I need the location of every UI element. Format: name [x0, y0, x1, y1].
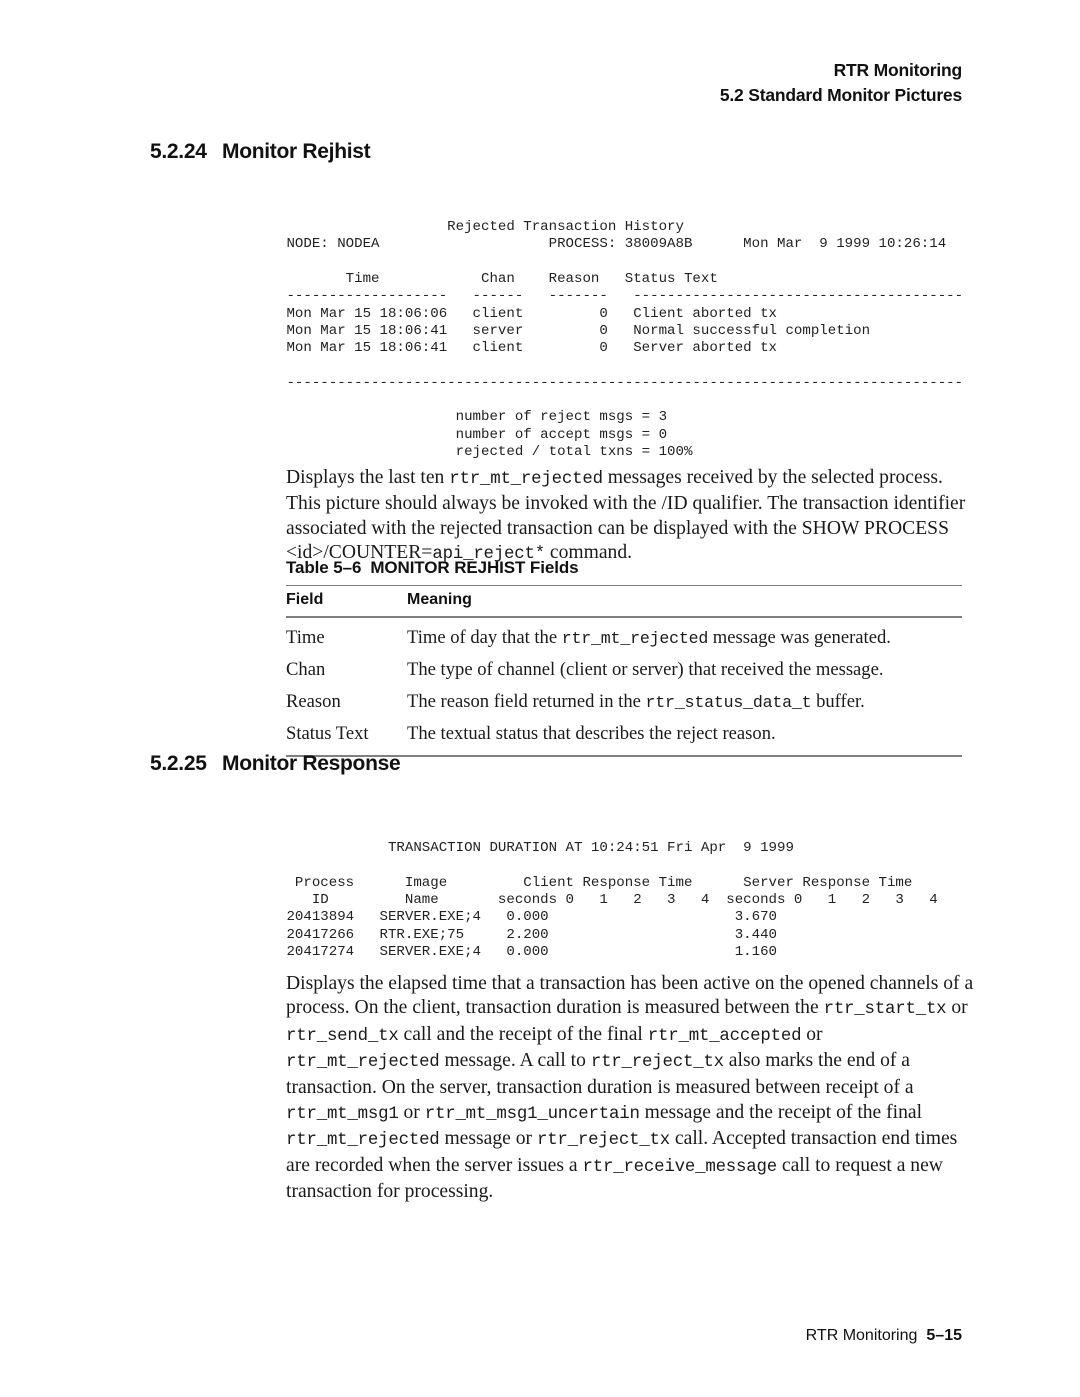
para-response-code10: rtr_receive_message	[582, 1157, 778, 1177]
para-response-code3: rtr_mt_accepted	[647, 1026, 802, 1046]
para-response-text2: or	[946, 997, 968, 1019]
cell-meaning-text2: buffer.	[811, 691, 865, 712]
cell-field: Reason	[286, 691, 341, 712]
footer-label: RTR Monitoring	[805, 1327, 918, 1344]
para-response-code4: rtr_mt_rejected	[286, 1053, 440, 1073]
running-head: RTR Monitoring 5.2 Standard Monitor Pict…	[150, 58, 962, 108]
para-response-code6: rtr_mt_msg1	[286, 1104, 399, 1124]
para-response-text5: message. A call to	[439, 1050, 591, 1072]
document-page: RTR Monitoring 5.2 Standard Monitor Pict…	[0, 0, 1080, 1397]
fields-table: Field Meaning Time Time of day that the …	[286, 585, 962, 757]
section-number-response: 5.2.25	[150, 752, 207, 775]
cell-field: Time	[286, 627, 325, 648]
column-header-field: Field	[286, 591, 324, 608]
para-response-text7: or	[398, 1101, 425, 1123]
column-header-meaning: Meaning	[407, 591, 472, 608]
para-response-code8: rtr_mt_rejected	[286, 1131, 440, 1151]
footer-page-number: 5–15	[926, 1327, 962, 1344]
cell-field: Chan	[286, 659, 326, 680]
para-rejhist-text1: Displays the last ten	[286, 466, 450, 488]
cell-meaning: The type of channel (client or server) t…	[407, 655, 962, 687]
para-response-text3: call and the receipt of the final	[398, 1023, 648, 1045]
para-response-text8: message and the receipt of the final	[639, 1101, 923, 1123]
cell-field: Status Text	[286, 723, 369, 744]
cell-meaning-text1: The textual status that describes the re…	[407, 723, 776, 744]
para-response-code5: rtr_reject_tx	[590, 1053, 724, 1073]
cell-meaning-text1: The reason field returned in the	[407, 691, 646, 712]
paragraph-rejhist: Displays the last ten rtr_mt_rejected me…	[286, 466, 974, 568]
table-caption-title: MONITOR REJHIST Fields	[370, 558, 579, 577]
table-caption: Table 5–6 MONITOR REJHIST Fields	[286, 558, 962, 578]
cell-meaning: Time of day that the rtr_mt_rejected mes…	[407, 617, 962, 655]
running-head-line2: 5.2 Standard Monitor Pictures	[719, 85, 962, 105]
section-title-response: Monitor Response	[222, 752, 401, 775]
section-title-rejhist: Monitor Rejhist	[222, 140, 371, 163]
table-row: Time Time of day that the rtr_mt_rejecte…	[286, 617, 962, 655]
section-number-rejhist: 5.2.24	[150, 140, 207, 163]
para-rejhist-code1: rtr_mt_rejected	[449, 469, 603, 489]
screen-capture-rejhist: Rejected Transaction History NODE: NODEA…	[286, 219, 964, 460]
cell-meaning-text1: Time of day that the	[407, 627, 562, 648]
paragraph-response: Displays the elapsed time that a transac…	[286, 972, 974, 1205]
table-row: Status Text The textual status that desc…	[286, 719, 962, 757]
page-footer: RTR Monitoring 5–15	[150, 1327, 962, 1345]
para-response-text9: message or	[439, 1128, 537, 1150]
cell-meaning-code: rtr_mt_rejected	[561, 629, 709, 648]
table-row: Chan The type of channel (client or serv…	[286, 655, 962, 687]
para-response-code7: rtr_mt_msg1_uncertain	[424, 1104, 640, 1124]
cell-meaning: The reason field returned in the rtr_sta…	[407, 687, 962, 719]
screen-capture-response: TRANSACTION DURATION AT 10:24:51 Fri Apr…	[286, 840, 938, 960]
table-body: Time Time of day that the rtr_mt_rejecte…	[286, 617, 962, 756]
table-rejhist-fields: Table 5–6 MONITOR REJHIST Fields Field Me…	[286, 558, 962, 757]
section-heading-response: 5.2.25 Monitor Response	[150, 752, 401, 776]
running-head-line1: RTR Monitoring	[833, 60, 963, 80]
cell-meaning-text2: message was generated.	[708, 627, 891, 648]
cell-meaning-text1: The type of channel (client or server) t…	[407, 659, 884, 680]
para-response-text4: or	[801, 1023, 823, 1045]
para-response-code2: rtr_send_tx	[286, 1026, 399, 1046]
para-response-code9: rtr_reject_tx	[536, 1131, 671, 1151]
table-header-row: Field Meaning	[286, 585, 962, 617]
section-heading-rejhist: 5.2.24 Monitor Rejhist	[150, 140, 371, 164]
cell-meaning-code: rtr_status_data_t	[645, 693, 812, 712]
cell-meaning: The textual status that describes the re…	[407, 719, 962, 757]
table-caption-number: Table 5–6	[286, 558, 362, 577]
table-row: Reason The reason field returned in the …	[286, 687, 962, 719]
para-response-code1: rtr_start_tx	[823, 1000, 947, 1020]
table-head: Field Meaning	[286, 585, 962, 617]
